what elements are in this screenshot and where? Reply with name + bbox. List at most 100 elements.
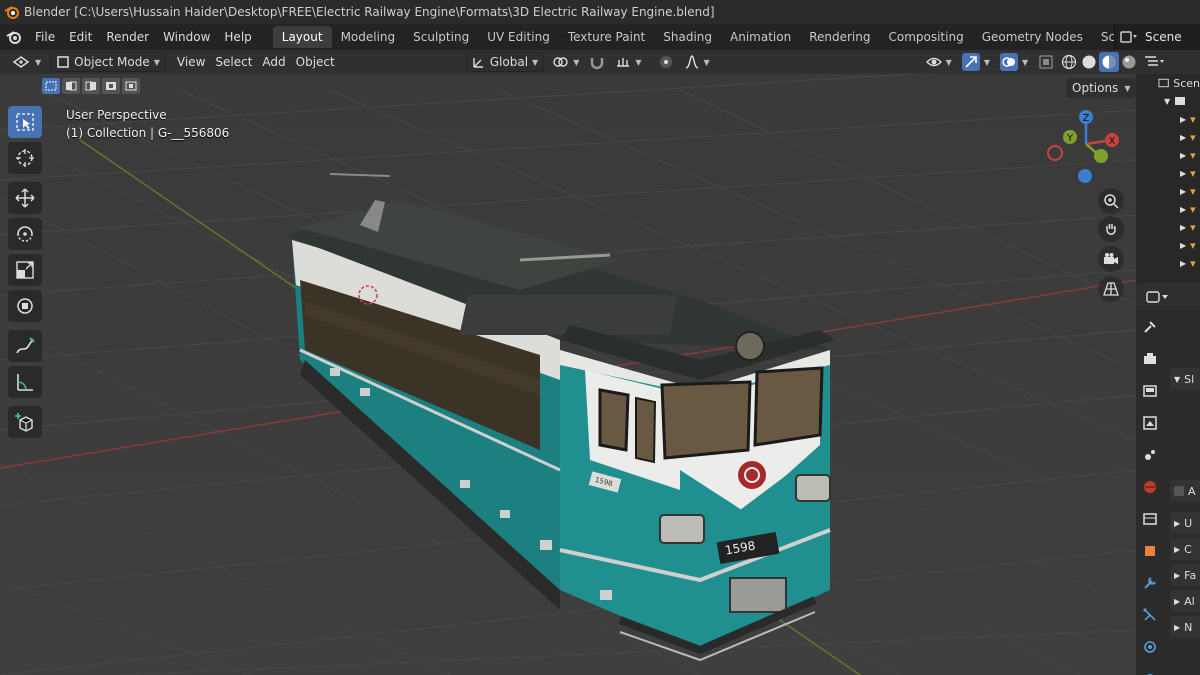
panel-a[interactable]: A: [1170, 480, 1200, 502]
expand-arrow-icon: ▶: [1180, 168, 1187, 178]
tab-object[interactable]: [1136, 538, 1164, 564]
outliner-item[interactable]: ▶ ▾: [1136, 236, 1200, 254]
tab-output[interactable]: [1136, 378, 1164, 404]
falloff-button[interactable]: ▼: [679, 52, 715, 72]
scale-tool[interactable]: [8, 254, 42, 286]
select-invert-button[interactable]: [102, 78, 120, 94]
shading-wireframe-button[interactable]: [1059, 52, 1079, 72]
tab-particles[interactable]: [1136, 602, 1164, 628]
options-dropdown[interactable]: Options ▼: [1066, 78, 1137, 98]
select-new-button[interactable]: [42, 78, 60, 94]
menu-help[interactable]: Help: [217, 24, 258, 50]
panel-sl[interactable]: ▼ Sl: [1170, 368, 1200, 390]
tab-animation[interactable]: Animation: [721, 26, 800, 48]
tab-rendering[interactable]: Rendering: [800, 26, 879, 48]
outliner-editor-icon[interactable]: [1144, 55, 1166, 69]
shading-material-button[interactable]: [1099, 52, 1120, 72]
properties-tabs: [1136, 314, 1164, 675]
view-name: User Perspective: [66, 108, 167, 122]
select-extend-button[interactable]: [62, 78, 80, 94]
pan-button[interactable]: [1098, 216, 1124, 242]
rotate-tool[interactable]: [8, 218, 42, 250]
visibility-selector[interactable]: ▼: [921, 52, 957, 72]
tab-geometry-nodes[interactable]: Geometry Nodes: [973, 26, 1092, 48]
outliner-scene-row[interactable]: Scen: [1136, 74, 1200, 92]
panel-c[interactable]: ▶ C: [1170, 538, 1200, 560]
move-tool[interactable]: [8, 182, 42, 214]
particles-icon: [1143, 608, 1156, 621]
tab-shading[interactable]: Shading: [654, 26, 721, 48]
outliner-item[interactable]: ▶ ▾: [1136, 164, 1200, 182]
3d-viewport[interactable]: [0, 50, 1136, 675]
tab-render[interactable]: [1136, 346, 1164, 372]
transform-tool[interactable]: [8, 290, 42, 322]
overlays-toggle[interactable]: ▼: [995, 52, 1033, 72]
outliner-item[interactable]: ▶ ▾: [1136, 182, 1200, 200]
proportional-edit-toggle[interactable]: [653, 52, 679, 72]
select-intersect-button[interactable]: [122, 78, 140, 94]
scale-icon: [16, 261, 34, 279]
outliner-collection-row[interactable]: ▼: [1136, 92, 1200, 110]
gizmo-toggle[interactable]: ▼: [957, 52, 995, 72]
tab-physics[interactable]: [1136, 634, 1164, 660]
tab-view-layer[interactable]: [1136, 410, 1164, 436]
tab-modifiers[interactable]: [1136, 570, 1164, 596]
menu-window[interactable]: Window: [156, 24, 217, 50]
material-sphere-icon: [1102, 55, 1116, 69]
select-subtract-button[interactable]: [82, 78, 100, 94]
scene-selector[interactable]: Scene: [1114, 24, 1200, 50]
snap-toggle[interactable]: [584, 52, 610, 72]
menu-select[interactable]: Select: [210, 52, 257, 72]
navigation-gizmo[interactable]: Y X Z: [1044, 106, 1128, 190]
blender-menu-button[interactable]: [0, 24, 28, 50]
tab-texture-paint[interactable]: Texture Paint: [559, 26, 654, 48]
shading-solid-button[interactable]: [1079, 52, 1099, 72]
outliner-item[interactable]: ▶ ▾: [1136, 128, 1200, 146]
tab-scene[interactable]: [1136, 442, 1164, 468]
menu-edit[interactable]: Edit: [62, 24, 99, 50]
zoom-button[interactable]: [1098, 188, 1124, 214]
train-side-number: 1598: [594, 476, 613, 488]
transform-orientation-selector[interactable]: Global ▼: [465, 52, 545, 72]
tab-sculpting[interactable]: Sculpting: [404, 26, 478, 48]
panel-n[interactable]: ▶ N: [1170, 616, 1200, 638]
cursor-tool[interactable]: [8, 142, 42, 174]
editor-type-button[interactable]: ▼: [6, 52, 46, 72]
pivot-point-button[interactable]: ▼: [546, 52, 584, 72]
menu-view[interactable]: View: [172, 52, 210, 72]
mode-selector[interactable]: Object Mode ▼: [50, 52, 166, 72]
snap-target-button[interactable]: ▼: [610, 52, 646, 72]
tab-uv-editing[interactable]: UV Editing: [478, 26, 559, 48]
perspective-toggle-button[interactable]: [1098, 276, 1124, 302]
menu-file[interactable]: File: [28, 24, 62, 50]
outliner-item[interactable]: ▶ ▾: [1136, 218, 1200, 236]
tab-collection[interactable]: [1136, 506, 1164, 532]
outliner-item[interactable]: ▶ ▾: [1136, 146, 1200, 164]
measure-tool[interactable]: [8, 366, 42, 398]
panel-al[interactable]: ▶ Al: [1170, 590, 1200, 612]
panel-fa[interactable]: ▶ Fa: [1170, 564, 1200, 586]
properties-editor-icon[interactable]: [1146, 290, 1172, 304]
outliner-item[interactable]: ▶ ▾: [1136, 200, 1200, 218]
checkbox[interactable]: [1174, 486, 1184, 496]
collection-props-icon: [1143, 513, 1157, 525]
expand-arrow-icon: ▶: [1180, 258, 1187, 268]
xray-toggle[interactable]: [1033, 52, 1059, 72]
camera-view-button[interactable]: [1098, 246, 1124, 272]
outliner-item[interactable]: ▶ ▾: [1136, 254, 1200, 272]
world-icon: [1144, 481, 1156, 493]
outliner-item[interactable]: ▶ ▾: [1136, 110, 1200, 128]
annotate-tool[interactable]: [8, 330, 42, 362]
tab-world[interactable]: [1136, 474, 1164, 500]
select-box-tool[interactable]: [8, 106, 42, 138]
add-cube-tool[interactable]: [8, 406, 42, 438]
menu-add[interactable]: Add: [257, 52, 290, 72]
menu-render[interactable]: Render: [99, 24, 156, 50]
tab-constraints[interactable]: [1136, 666, 1164, 675]
tab-modeling[interactable]: Modeling: [332, 26, 405, 48]
menu-object[interactable]: Object: [291, 52, 340, 72]
panel-u[interactable]: ▶ U: [1170, 512, 1200, 534]
tab-compositing[interactable]: Compositing: [879, 26, 972, 48]
tab-layout[interactable]: Layout: [272, 26, 332, 48]
tab-tool[interactable]: [1136, 314, 1164, 340]
